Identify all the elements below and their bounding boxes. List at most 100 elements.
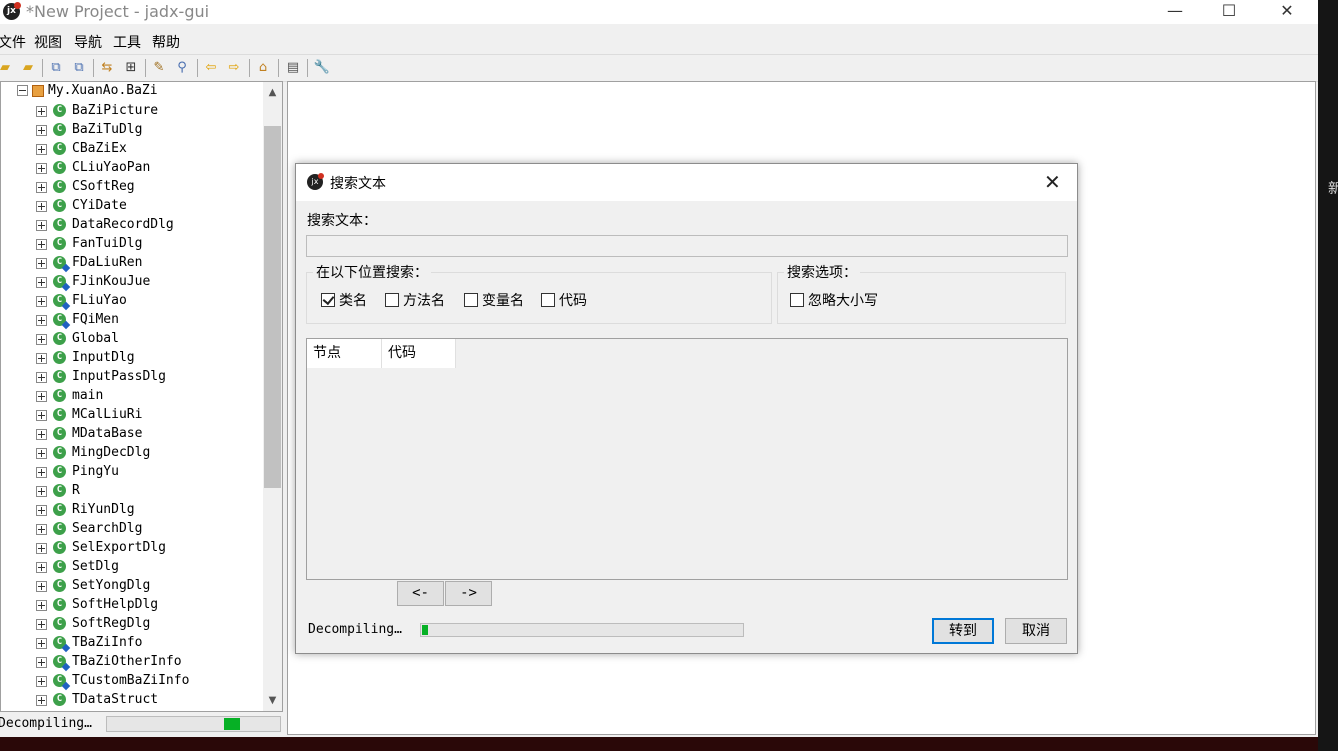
search-icon[interactable]: ⚲ — [173, 59, 191, 77]
tree-item[interactable]: C TBaZiInfo — [1, 633, 263, 652]
tree-item[interactable]: C MCalLiuRi — [1, 405, 263, 424]
expand-icon[interactable] — [36, 581, 47, 592]
collapse-icon[interactable] — [17, 85, 28, 96]
menu-navigation[interactable]: 导航 — [74, 32, 102, 52]
tree-item[interactable]: C InputPassDlg — [1, 367, 263, 386]
flatten-packages-icon[interactable]: ⇆ — [98, 59, 116, 77]
expand-icon[interactable] — [36, 695, 47, 706]
expand-icon[interactable] — [36, 334, 47, 345]
goto-button[interactable]: 转到 — [932, 618, 994, 644]
code-checkbox[interactable]: 代码 — [541, 292, 587, 310]
cancel-button[interactable]: 取消 — [1005, 618, 1067, 644]
class-name-checkbox[interactable]: 类名 — [321, 292, 367, 310]
expand-icon[interactable] — [36, 562, 47, 573]
expand-icon[interactable] — [36, 638, 47, 649]
tree-item[interactable]: C FDaLiuRen — [1, 253, 263, 272]
dialog-close-icon[interactable]: ✕ — [1044, 170, 1061, 194]
forward-icon[interactable]: ⇨ — [225, 59, 243, 77]
tree-scrollbar[interactable]: ▲ ▼ — [263, 82, 282, 711]
open-file-icon[interactable]: ▰ — [0, 59, 14, 77]
preferences-icon[interactable]: 🔧 — [313, 59, 331, 77]
sync-icon[interactable]: ⧉ — [47, 59, 65, 77]
tree-item[interactable]: C DataRecordDlg — [1, 215, 263, 234]
tree-item[interactable]: C TDataStruct — [1, 690, 263, 709]
tree-item[interactable]: C FJinKouJue — [1, 272, 263, 291]
tree-item[interactable]: C SoftHelpDlg — [1, 595, 263, 614]
expand-icon[interactable] — [36, 448, 47, 459]
scroll-down-icon[interactable]: ▼ — [263, 692, 282, 709]
expand-icon[interactable] — [36, 220, 47, 231]
tree-item[interactable]: C SoftRegDlg — [1, 614, 263, 633]
tree-root-package[interactable]: My.XuanAo.BaZi — [17, 83, 158, 101]
scrollbar-thumb[interactable] — [264, 126, 281, 488]
expand-icon[interactable] — [36, 106, 47, 117]
expand-icon[interactable] — [36, 619, 47, 630]
tree-item[interactable]: C SelExportDlg — [1, 538, 263, 557]
prev-page-button[interactable]: <- — [397, 581, 444, 606]
log-icon[interactable]: ▤ — [284, 59, 302, 77]
menu-help[interactable]: 帮助 — [152, 32, 180, 52]
expand-icon[interactable] — [36, 296, 47, 307]
expand-icon[interactable] — [36, 201, 47, 212]
expand-icon[interactable] — [36, 163, 47, 174]
expand-icon[interactable] — [36, 144, 47, 155]
column-header-code[interactable]: 代码 — [382, 339, 456, 368]
scroll-up-icon[interactable]: ▲ — [263, 84, 282, 101]
expand-icon[interactable] — [36, 676, 47, 687]
tree-item[interactable]: C TBaZiOtherInfo — [1, 652, 263, 671]
expand-icon[interactable] — [36, 543, 47, 554]
save-icon[interactable]: ⧉ — [70, 59, 88, 77]
search-input[interactable] — [306, 235, 1068, 257]
expand-icon[interactable] — [36, 486, 47, 497]
menu-view[interactable]: 视图 — [34, 32, 62, 52]
tree-item[interactable]: C FQiMen — [1, 310, 263, 329]
expand-icon[interactable] — [36, 353, 47, 364]
checkbox-box[interactable] — [790, 293, 804, 307]
expand-icon[interactable] — [36, 315, 47, 326]
checkbox-box[interactable] — [321, 293, 335, 307]
close-button[interactable]: ✕ — [1264, 0, 1310, 24]
method-name-checkbox[interactable]: 方法名 — [385, 292, 445, 310]
expand-icon[interactable] — [36, 391, 47, 402]
tree-item[interactable]: C Global — [1, 329, 263, 348]
checkbox-box[interactable] — [385, 293, 399, 307]
tree-item[interactable]: C MDataBase — [1, 424, 263, 443]
menu-file[interactable]: 文件 — [0, 32, 26, 52]
expand-icon[interactable] — [36, 258, 47, 269]
tree-item[interactable]: C SearchDlg — [1, 519, 263, 538]
expand-icon[interactable] — [36, 277, 47, 288]
expand-icon[interactable] — [36, 410, 47, 421]
expand-icon[interactable] — [36, 239, 47, 250]
tree-item[interactable]: C CYiDate — [1, 196, 263, 215]
tree-item[interactable]: C CBaZiEx — [1, 139, 263, 158]
tree-item[interactable]: C FanTuiDlg — [1, 234, 263, 253]
tree-item[interactable]: Cmain — [1, 386, 263, 405]
expand-icon[interactable] — [36, 182, 47, 193]
expand-icon[interactable] — [36, 505, 47, 516]
ignore-case-checkbox[interactable]: 忽略大小写 — [790, 292, 878, 310]
menu-tools[interactable]: 工具 — [113, 32, 141, 52]
expand-icon[interactable] — [36, 372, 47, 383]
variable-name-checkbox[interactable]: 变量名 — [464, 292, 524, 310]
checkbox-box[interactable] — [541, 293, 555, 307]
checkbox-box[interactable] — [464, 293, 478, 307]
maximize-button[interactable]: ☐ — [1206, 0, 1252, 24]
expand-icon[interactable] — [36, 600, 47, 611]
decompile-icon[interactable]: ✎ — [150, 59, 168, 77]
expand-icon[interactable] — [36, 524, 47, 535]
tree-item[interactable]: C FLiuYao — [1, 291, 263, 310]
expand-icon[interactable] — [36, 467, 47, 478]
expand-icon[interactable] — [36, 125, 47, 136]
deobfuscation-icon[interactable]: ⌂ — [254, 59, 272, 77]
tree-item[interactable]: C InputDlg — [1, 348, 263, 367]
tree-item[interactable]: C PingYu — [1, 462, 263, 481]
tree-item[interactable]: C RiYunDlg — [1, 500, 263, 519]
tree-item[interactable]: C CLiuYaoPan — [1, 158, 263, 177]
tree-item[interactable]: C BaZiTuDlg — [1, 120, 263, 139]
expand-icon[interactable] — [36, 657, 47, 668]
tree-item[interactable]: C MingDecDlg — [1, 443, 263, 462]
tree-item[interactable]: C TCustomBaZiInfo — [1, 671, 263, 690]
tree-item[interactable]: C CSoftReg — [1, 177, 263, 196]
tree-item[interactable]: C SetYongDlg — [1, 576, 263, 595]
expand-icon[interactable] — [36, 429, 47, 440]
